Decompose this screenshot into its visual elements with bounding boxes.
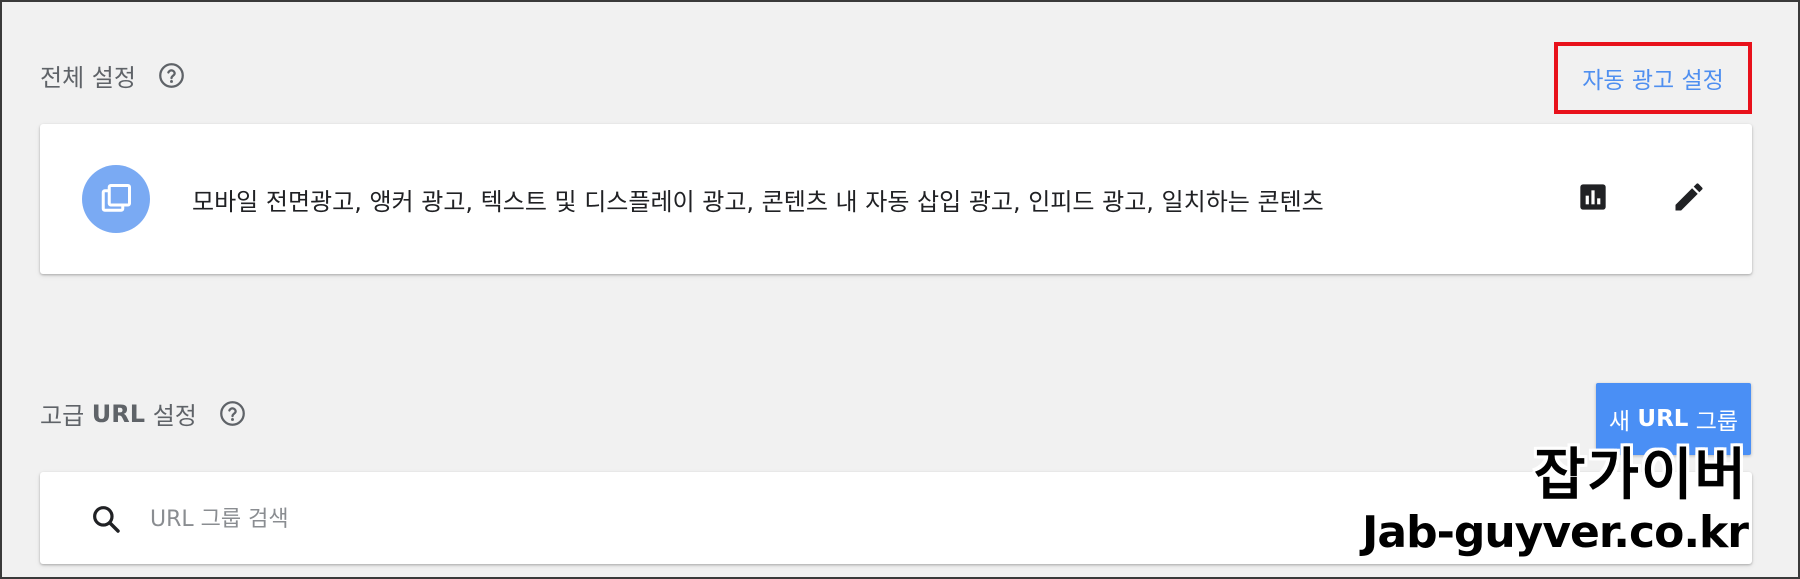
ad-formats-description: 모바일 전면광고, 앵커 광고, 텍스트 및 디스플레이 광고, 콘텐츠 내 자… — [192, 188, 1324, 216]
advanced-title-prefix: 고급 — [40, 402, 92, 430]
watermark-title: 잡가이버 — [1533, 443, 1748, 508]
ad-layers-icon — [82, 165, 150, 233]
search-icon — [90, 503, 122, 535]
new-url-group-bold: URL — [1637, 406, 1689, 432]
stats-icon[interactable] — [1573, 177, 1613, 217]
advanced-url-settings-title: 고급 URL 설정 — [40, 396, 246, 431]
global-settings-title-text: 전체 설정 — [40, 64, 136, 92]
help-icon[interactable] — [158, 62, 185, 89]
help-icon[interactable] — [219, 400, 246, 427]
advanced-title-suffix: 설정 — [145, 402, 197, 430]
auto-ads-settings-link[interactable]: 자동 광고 설정 — [1554, 42, 1752, 114]
url-group-search-input[interactable] — [150, 499, 1150, 539]
edit-icon[interactable] — [1669, 177, 1709, 217]
advanced-title-bold: URL — [91, 399, 146, 428]
watermark-url: Jab-guyver.co.kr — [1362, 507, 1749, 558]
auto-ads-settings-label: 자동 광고 설정 — [1582, 68, 1724, 94]
global-settings-title: 전체 설정 — [40, 58, 185, 93]
ad-settings-card: 모바일 전면광고, 앵커 광고, 텍스트 및 디스플레이 광고, 콘텐츠 내 자… — [40, 124, 1752, 274]
